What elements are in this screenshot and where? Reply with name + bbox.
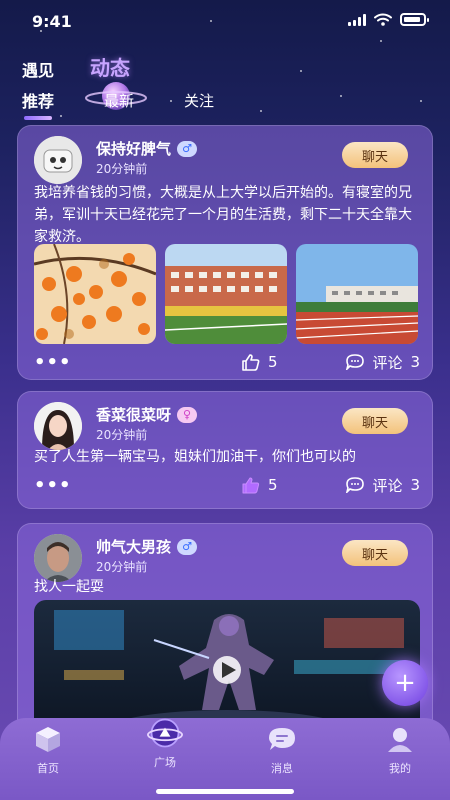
tab-meet[interactable]: 遇见 bbox=[22, 57, 54, 81]
tab-following[interactable]: 关注 bbox=[184, 90, 214, 111]
username-text: 帅气大男孩 bbox=[96, 538, 172, 556]
create-post-button[interactable]: + bbox=[382, 660, 428, 706]
post-footer: ••• 5 评论 3 bbox=[34, 351, 420, 373]
username[interactable]: 帅气大男孩 ♂ bbox=[96, 536, 198, 557]
home-indicator bbox=[156, 789, 294, 794]
nav-messages[interactable]: 消息 bbox=[247, 722, 317, 776]
comment-label: 评论 bbox=[372, 353, 403, 372]
chat-button[interactable]: 聊天 bbox=[342, 408, 408, 434]
photo-row bbox=[34, 244, 418, 344]
male-icon: ♂ bbox=[177, 538, 198, 555]
female-icon: ♀ bbox=[177, 406, 198, 423]
avatar[interactable] bbox=[34, 534, 82, 582]
post-card[interactable]: 帅气大男孩 ♂ 20分钟前 聊天 找人一起耍 bbox=[17, 523, 433, 733]
running-track-photo[interactable] bbox=[296, 244, 418, 344]
nav-square[interactable]: 广场 bbox=[130, 716, 200, 770]
signal-icon bbox=[348, 13, 366, 26]
nav-label: 首页 bbox=[37, 762, 59, 775]
like-button[interactable]: 5 bbox=[242, 353, 278, 371]
post-text: 找人一起耍 bbox=[34, 579, 104, 595]
battery-icon bbox=[400, 13, 429, 26]
like-button[interactable]: 5 bbox=[242, 476, 278, 494]
avatar[interactable] bbox=[34, 136, 82, 184]
post-card[interactable]: 保持好脾气 ♂ 20分钟前 聊天 我培养省钱的习惯，大概是从上大学以后开始的。有… bbox=[17, 125, 433, 380]
tab-recommend[interactable]: 推荐 bbox=[22, 88, 54, 120]
post-time: 20分钟前 bbox=[96, 428, 148, 442]
username[interactable]: 保持好脾气 ♂ bbox=[96, 138, 198, 159]
status-icons bbox=[348, 13, 429, 26]
chat-button[interactable]: 聊天 bbox=[342, 540, 408, 566]
status-time: 9:41 bbox=[32, 12, 72, 31]
post-text: 我培养省钱的习惯，大概是从上大学以后开始的。有寝室的兄弟，军训十天已经花完了一个… bbox=[34, 185, 412, 245]
nav-profile[interactable]: 我的 bbox=[365, 722, 435, 776]
post-footer: ••• 5 评论 3 bbox=[34, 474, 420, 496]
nav-label: 消息 bbox=[271, 762, 293, 775]
comment-count: 3 bbox=[410, 353, 420, 371]
username-text: 保持好脾气 bbox=[96, 140, 172, 158]
cyber-warrior-video[interactable] bbox=[34, 600, 420, 730]
male-icon: ♂ bbox=[177, 140, 198, 157]
post-text: 买了人生第一辆宝马，姐妹们加油干，你们也可以的 bbox=[34, 449, 356, 465]
more-options-button[interactable]: ••• bbox=[34, 475, 72, 496]
post-time: 20分钟前 bbox=[96, 560, 148, 574]
status-bar: 9:41 bbox=[0, 0, 450, 44]
comment-bubble-icon bbox=[346, 477, 365, 493]
nav-label: 广场 bbox=[154, 756, 176, 769]
post-time: 20分钟前 bbox=[96, 162, 148, 176]
comment-count: 3 bbox=[410, 476, 420, 494]
avatar[interactable] bbox=[34, 402, 82, 450]
planet-square-icon bbox=[147, 716, 183, 750]
profile-icon bbox=[382, 722, 418, 756]
username[interactable]: 香菜很菜呀 ♀ bbox=[96, 404, 198, 425]
school-building-photo[interactable] bbox=[165, 244, 287, 344]
message-bubble-icon bbox=[264, 722, 300, 756]
persimmon-tree-photo[interactable] bbox=[34, 244, 156, 344]
sub-tabs: 推荐 最新 关注 bbox=[22, 88, 214, 120]
more-options-button[interactable]: ••• bbox=[34, 352, 72, 373]
chat-button[interactable]: 聊天 bbox=[342, 142, 408, 168]
wifi-icon bbox=[374, 13, 392, 26]
username-text: 香菜很菜呀 bbox=[96, 406, 172, 424]
comment-label: 评论 bbox=[372, 476, 403, 495]
nav-home[interactable]: 首页 bbox=[13, 722, 83, 776]
comment-button[interactable]: 评论 3 bbox=[346, 475, 420, 496]
like-count: 5 bbox=[268, 353, 278, 371]
nav-label: 我的 bbox=[389, 762, 411, 775]
like-count: 5 bbox=[268, 476, 278, 494]
post-card[interactable]: 香菜很菜呀 ♀ 20分钟前 聊天 买了人生第一辆宝马，姐妹们加油干，你们也可以的… bbox=[17, 391, 433, 509]
bottom-nav: 首页 广场 消息 我的 bbox=[0, 718, 450, 800]
home-box-icon bbox=[30, 722, 66, 756]
comment-button[interactable]: 评论 3 bbox=[346, 352, 420, 373]
tab-latest[interactable]: 最新 bbox=[104, 90, 134, 111]
thumbs-up-icon bbox=[242, 353, 260, 371]
comment-bubble-icon bbox=[346, 354, 365, 370]
thumbs-up-filled-icon bbox=[242, 477, 260, 493]
